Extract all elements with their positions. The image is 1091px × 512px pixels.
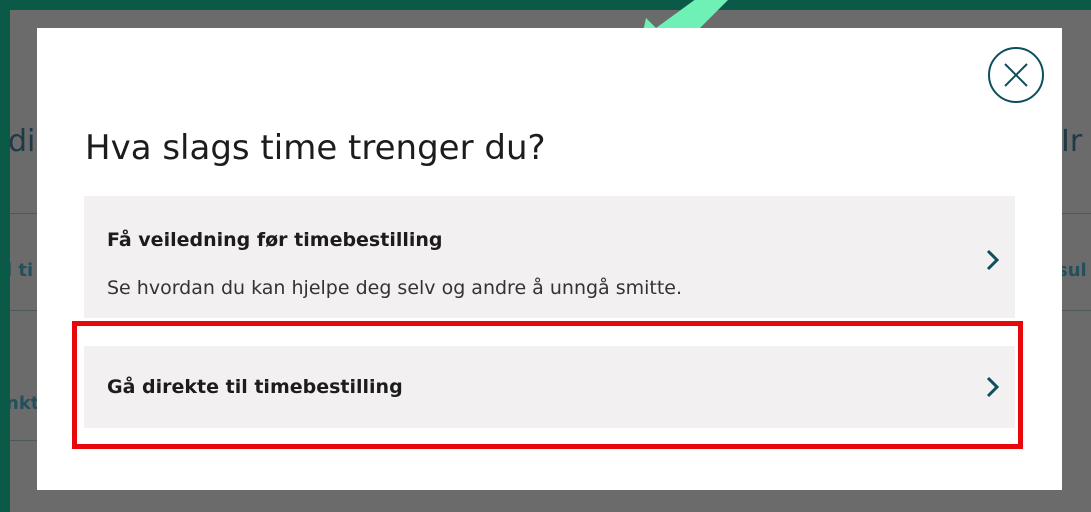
chevron-right-icon [986,376,1000,398]
background-divider [10,310,38,311]
background-link-left-2: nkt [10,393,40,414]
background-link-left-1: l ti [10,260,34,281]
background-heading-right: Ir [1061,124,1083,159]
close-button[interactable] [988,47,1044,103]
background-divider [10,440,38,441]
modal-title: Hva slags time trenger du? [85,128,546,168]
close-icon [1004,63,1028,87]
option-title: Få veiledning før timebestilling [107,229,443,251]
chevron-right-icon [986,249,1000,271]
background-divider [1062,213,1091,214]
option-go-directly-to-booking[interactable]: Gå direkte til timebestilling [84,346,1015,428]
modal-dialog: Hva slags time trenger du? Få veiledning… [37,28,1062,490]
option-title: Gå direkte til timebestilling [107,376,403,398]
option-guidance-before-booking[interactable]: Få veiledning før timebestilling Se hvor… [84,196,1015,318]
background-divider [10,213,38,214]
background-divider [1062,310,1091,311]
option-description: Se hvordan du kan hjelpe deg selv og and… [107,277,683,299]
background-heading-left: di [10,124,36,159]
